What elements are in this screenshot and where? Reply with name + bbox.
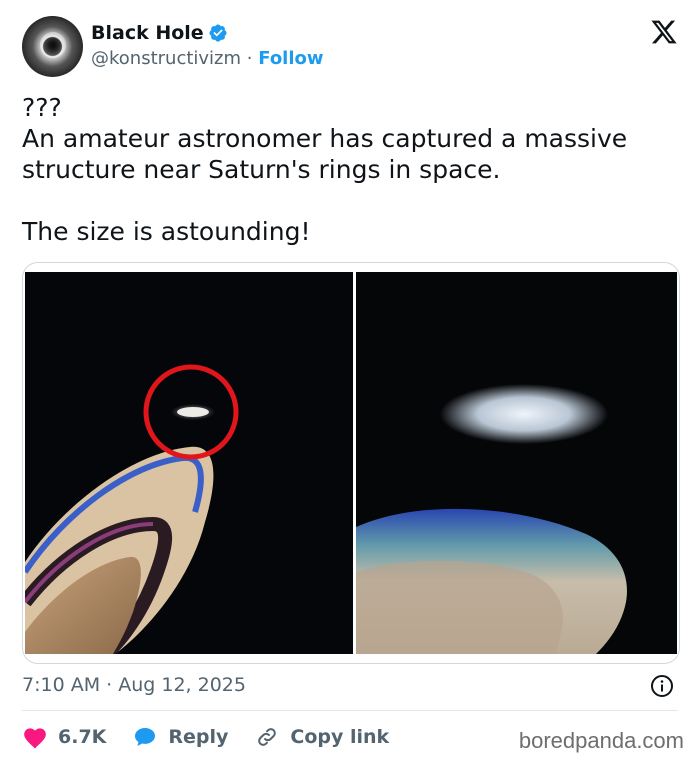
source-watermark: boredpanda.com: [518, 728, 684, 753]
heart-icon: [24, 728, 46, 749]
avatar-eclipse-glow: [40, 32, 66, 58]
mystery-object-zoomed: [440, 384, 608, 444]
media-image-saturn-wide[interactable]: [25, 272, 353, 654]
media-grid[interactable]: [22, 262, 680, 664]
reply-bubble-icon: [135, 728, 156, 746]
author-name-row[interactable]: Black Hole: [91, 22, 228, 44]
saturn-wide-photo: [25, 272, 353, 654]
tweet-timestamp[interactable]: 7:10 AM · Aug 12, 2025: [22, 674, 246, 696]
verified-badge-icon: [209, 24, 227, 42]
display-name[interactable]: Black Hole: [91, 22, 204, 44]
object-zoom-photo: [356, 272, 677, 654]
like-button[interactable]: 6.7K: [22, 725, 106, 749]
action-divider: [22, 710, 678, 711]
link-icon: [258, 728, 277, 746]
author-handle[interactable]: @konstructivizm: [91, 48, 241, 69]
x-logo-icon[interactable]: [650, 18, 678, 46]
reply-button[interactable]: Reply: [132, 725, 228, 749]
copy-link-label: Copy link: [290, 726, 390, 748]
like-count: 6.7K: [58, 726, 107, 748]
action-bar: 6.7K Reply Copy link: [22, 722, 415, 752]
info-icon[interactable]: [650, 674, 674, 698]
reply-label: Reply: [168, 726, 229, 748]
media-image-object-zoom[interactable]: [356, 272, 677, 654]
handle-separator: ·: [246, 48, 253, 69]
follow-button[interactable]: Follow: [258, 48, 323, 69]
tweet-text: ??? An amateur astronomer has captured a…: [22, 93, 628, 246]
avatar[interactable]: [22, 16, 83, 77]
copy-link-button[interactable]: Copy link: [254, 725, 389, 749]
handle-row: @konstructivizm · Follow: [91, 48, 324, 69]
